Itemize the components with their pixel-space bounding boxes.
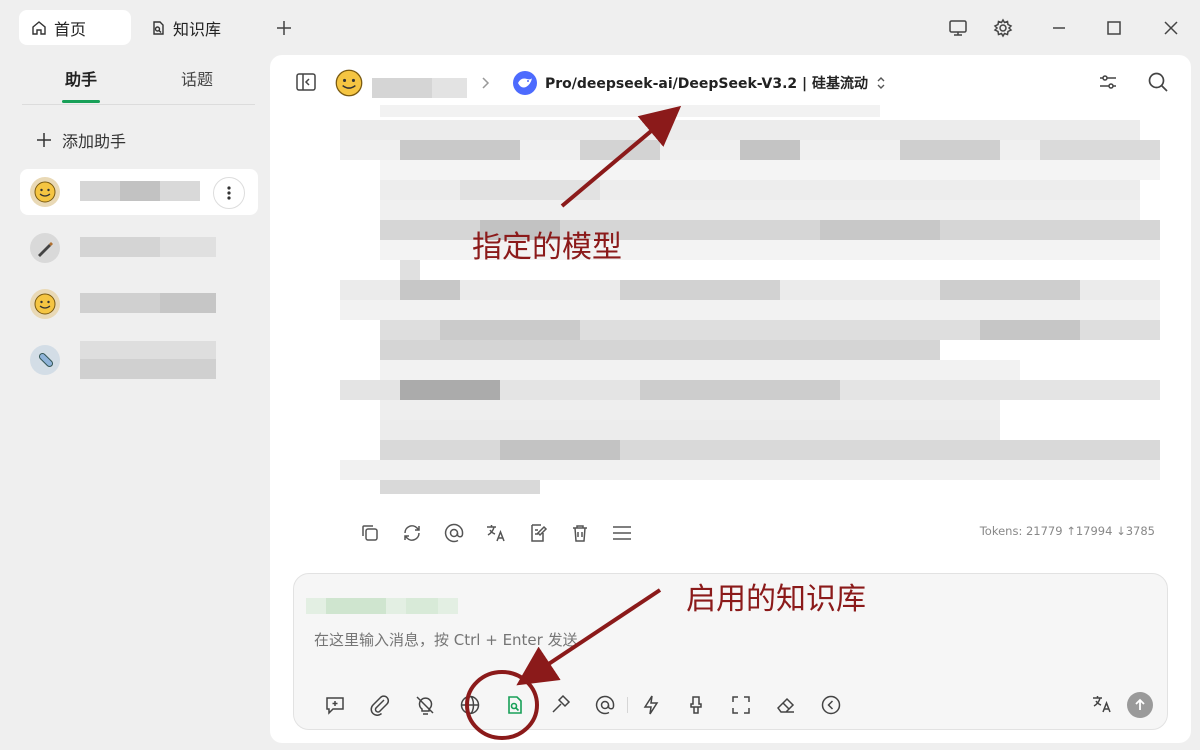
assistant-item[interactable] <box>20 169 258 215</box>
menu-icon[interactable] <box>610 521 634 545</box>
paperclip-avatar-icon <box>30 345 60 375</box>
send-button[interactable] <box>1127 692 1153 718</box>
mention-icon[interactable] <box>442 521 466 545</box>
assistant-name-redacted <box>80 341 216 379</box>
more-options-button[interactable] <box>213 177 245 209</box>
mention-model-icon[interactable] <box>582 692 627 718</box>
regenerate-icon[interactable] <box>400 521 424 545</box>
attachment-icon[interactable] <box>357 692 402 718</box>
home-icon <box>31 20 47 36</box>
model-selector[interactable]: Pro/deepseek-ai/DeepSeek-V3.2 | 硅基流动 <box>513 71 886 95</box>
tab-knowledge-base-label: 知识库 <box>173 19 222 39</box>
copy-icon[interactable] <box>358 521 382 545</box>
smiley-avatar-icon <box>30 177 60 207</box>
tab-home[interactable]: 首页 <box>19 10 131 45</box>
monitor-icon[interactable] <box>947 17 969 39</box>
translate-input-icon[interactable] <box>1090 692 1114 716</box>
chat-panel: Pro/deepseek-ai/DeepSeek-V3.2 | 硅基流动 Tok… <box>270 55 1191 743</box>
input-toolbar <box>312 692 853 718</box>
message-content-redacted <box>340 105 1160 550</box>
assistant-item[interactable] <box>20 281 258 327</box>
search-icon[interactable] <box>1147 71 1169 93</box>
assistant-avatar-icon <box>335 69 363 97</box>
eraser-icon[interactable] <box>763 692 808 718</box>
maximize-icon[interactable] <box>1103 17 1125 39</box>
translate-icon[interactable] <box>484 521 508 545</box>
pen-avatar-icon <box>30 233 60 263</box>
close-icon[interactable] <box>1160 17 1182 39</box>
active-tab-indicator <box>62 100 100 103</box>
sidebar-tabs: 助手 话题 <box>22 60 255 105</box>
plus-icon <box>36 132 52 148</box>
sliders-settings-icon[interactable] <box>1098 72 1118 92</box>
kb-annotation-text: 启用的知识库 <box>686 582 866 617</box>
reasoning-off-icon[interactable] <box>402 692 447 718</box>
sort-arrows-icon <box>876 76 886 90</box>
new-topic-icon[interactable] <box>312 692 357 718</box>
attached-chip-redacted <box>306 598 458 614</box>
delete-icon[interactable] <box>568 521 592 545</box>
minimize-icon[interactable] <box>1048 17 1070 39</box>
message-actions <box>358 521 634 545</box>
smiley-avatar-icon <box>30 289 60 319</box>
model-annotation-text: 指定的模型 <box>472 230 622 265</box>
tab-assistants[interactable]: 助手 <box>65 66 97 90</box>
token-count: Tokens: 21779 ↑17994 ↓3785 <box>979 524 1155 538</box>
add-assistant-button[interactable]: 添加助手 <box>36 128 126 152</box>
assistant-name-redacted <box>372 70 467 100</box>
message-input[interactable] <box>312 630 916 650</box>
settings-gear-icon[interactable] <box>992 17 1014 39</box>
pixelated-message <box>340 105 1160 494</box>
tab-home-label: 首页 <box>54 19 87 39</box>
collapse-toolbar-icon[interactable] <box>808 692 853 718</box>
new-tab-icon[interactable] <box>273 17 295 39</box>
assistant-item[interactable] <box>20 337 258 383</box>
knowledge-base-icon <box>150 20 166 36</box>
chat-header: Pro/deepseek-ai/DeepSeek-V3.2 | 硅基流动 <box>270 55 1191 111</box>
clear-context-brush-icon[interactable] <box>673 692 718 718</box>
add-assistant-label: 添加助手 <box>62 132 127 151</box>
knowledge-base-active-icon[interactable] <box>492 692 537 718</box>
fullscreen-icon[interactable] <box>718 692 763 718</box>
edit-note-icon[interactable] <box>526 521 550 545</box>
assistant-name-redacted <box>80 293 216 313</box>
assistant-name-redacted <box>80 237 216 257</box>
chevron-right-icon <box>479 76 491 90</box>
assistant-name-redacted <box>80 181 200 201</box>
deepseek-logo-icon <box>513 71 537 95</box>
tab-topics[interactable]: 话题 <box>181 66 213 90</box>
assistant-item[interactable] <box>20 225 258 271</box>
tab-knowledge-base[interactable]: 知识库 <box>150 10 221 45</box>
quick-phrase-bolt-icon[interactable] <box>628 692 673 718</box>
mcp-hammer-icon[interactable] <box>537 692 582 718</box>
collapse-sidebar-icon[interactable] <box>295 71 317 93</box>
more-vertical-icon <box>227 186 231 200</box>
web-search-globe-icon[interactable] <box>447 692 492 718</box>
model-name: Pro/deepseek-ai/DeepSeek-V3.2 | 硅基流动 <box>545 76 869 92</box>
arrow-up-icon <box>1135 698 1145 710</box>
